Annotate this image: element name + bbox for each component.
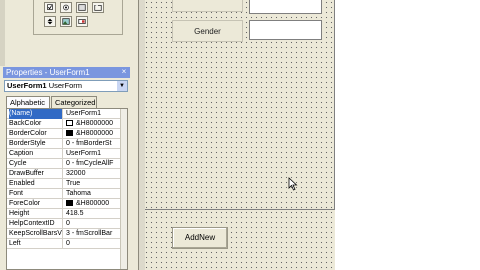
spin-button-tool-icon[interactable] <box>44 16 56 27</box>
color-swatch <box>66 200 73 207</box>
property-name: BackColor <box>9 119 63 129</box>
property-value[interactable]: True <box>66 179 123 189</box>
property-name: (Name) <box>9 109 63 119</box>
properties-title-bar: Properties - UserForm1 × <box>3 67 130 78</box>
property-row[interactable]: (Name) UserForm1 <box>7 109 123 119</box>
property-value[interactable]: 32000 <box>66 169 123 179</box>
frame-tool-icon[interactable] <box>92 2 104 13</box>
form-border-bottom[interactable] <box>145 209 335 210</box>
property-value[interactable]: 0 - fmCycleAllF <box>66 159 123 169</box>
property-row[interactable]: Cycle 0 - fmCycleAllF <box>7 159 123 169</box>
property-name: BorderStyle <box>9 139 63 149</box>
project-explorer-scrollbar[interactable] <box>0 0 5 66</box>
property-name: Enabled <box>9 179 63 189</box>
chevron-down-icon[interactable]: ▼ <box>117 81 127 91</box>
refedit-tool-icon[interactable] <box>76 16 88 27</box>
property-value[interactable]: 3 - fmScrollBar <box>66 229 123 239</box>
property-value[interactable]: Tahoma <box>66 189 123 199</box>
property-value-text: &H8000000 <box>76 130 113 137</box>
property-name: Font <box>9 189 63 199</box>
option-button-tool-icon[interactable] <box>60 2 72 13</box>
designer-scrollbar[interactable] <box>139 0 145 270</box>
designer-background <box>335 0 480 270</box>
property-name: Left <box>9 239 63 249</box>
properties-title: Properties - UserForm1 <box>6 68 90 77</box>
object-name: UserForm1 <box>7 81 47 90</box>
property-name: ForeColor <box>9 199 63 209</box>
property-value[interactable]: 0 - fmBorderSt <box>66 139 123 149</box>
property-row[interactable]: Left 0 <box>7 239 123 249</box>
toolbox <box>33 0 123 35</box>
property-value[interactable]: UserForm1 <box>66 109 123 119</box>
property-name: Cycle <box>9 159 63 169</box>
properties-grid: (Name) UserForm1 BackColor &H8000000 Borde… <box>6 108 128 270</box>
image-tool-icon[interactable] <box>60 16 72 27</box>
tab-alphabetic[interactable]: Alphabetic <box>6 96 50 108</box>
property-value[interactable]: 0 <box>66 219 123 229</box>
checkbox-tool-icon[interactable] <box>44 2 56 13</box>
property-row[interactable]: BackColor &H8000000 <box>7 119 123 129</box>
property-name: KeepScrollBarsV <box>9 229 63 239</box>
property-value[interactable]: &H800000 <box>66 199 123 209</box>
label-control-top[interactable] <box>172 0 243 12</box>
property-name: HelpContextID <box>9 219 63 229</box>
property-value[interactable]: 0 <box>66 239 123 249</box>
color-swatch <box>66 120 73 127</box>
property-row[interactable]: KeepScrollBarsV 3 - fmScrollBar <box>7 229 123 239</box>
object-selector[interactable]: UserForm1 UserForm ▼ <box>4 80 128 92</box>
property-row[interactable]: Enabled True <box>7 179 123 189</box>
property-value[interactable]: &H8000000 <box>66 129 123 139</box>
tab-categorized[interactable]: Categorized <box>51 96 97 108</box>
mouse-pointer-icon <box>288 177 298 191</box>
properties-scrollbar[interactable] <box>120 109 127 269</box>
left-dock: Properties - UserForm1 × UserForm1 UserF… <box>0 0 139 270</box>
property-row[interactable]: Font Tahoma <box>7 189 123 199</box>
object-type: UserForm <box>48 81 83 90</box>
property-name: Height <box>9 209 63 219</box>
property-row[interactable]: ForeColor &H800000 <box>7 199 123 209</box>
gender-label[interactable]: Gender <box>172 20 243 42</box>
gender-textbox[interactable] <box>249 20 322 40</box>
textbox-control-top[interactable] <box>249 0 322 14</box>
property-row[interactable]: BorderColor &H8000000 <box>7 129 123 139</box>
property-value[interactable]: UserForm1 <box>66 149 123 159</box>
color-swatch <box>66 130 73 137</box>
property-row[interactable]: Height 418.5 <box>7 209 123 219</box>
property-value-text: &H8000000 <box>76 120 113 127</box>
property-name: DrawBuffer <box>9 169 63 179</box>
property-row[interactable]: DrawBuffer 32000 <box>7 169 123 179</box>
property-name: BorderColor <box>9 129 63 139</box>
addnew-button[interactable]: AddNew <box>172 227 228 249</box>
property-row[interactable]: HelpContextID 0 <box>7 219 123 229</box>
property-name: Caption <box>9 149 63 159</box>
property-value-text: &H800000 <box>76 200 110 207</box>
property-row[interactable]: Caption UserForm1 <box>7 149 123 159</box>
property-value[interactable]: 418.5 <box>66 209 123 219</box>
form-border-right[interactable] <box>334 0 335 210</box>
toggle-button-tool-icon[interactable] <box>76 2 88 13</box>
close-icon[interactable]: × <box>120 68 128 76</box>
property-row[interactable]: BorderStyle 0 - fmBorderSt <box>7 139 123 149</box>
property-value[interactable]: &H8000000 <box>66 119 123 129</box>
